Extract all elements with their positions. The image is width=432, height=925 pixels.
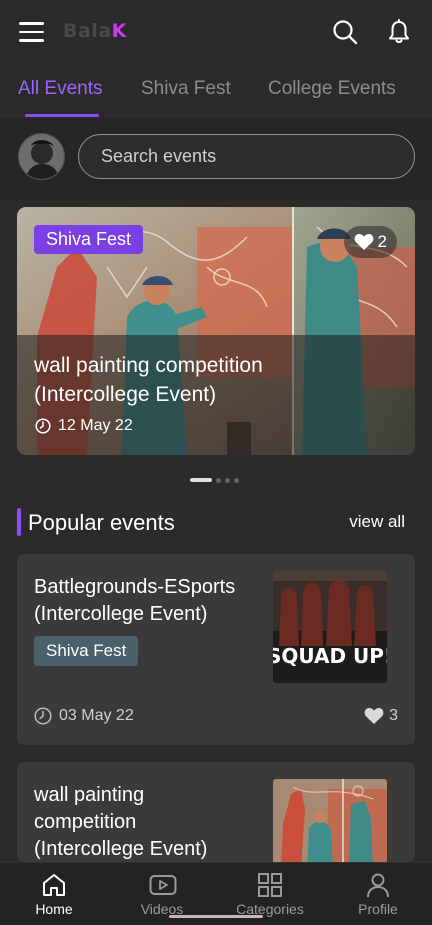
system-home-indicator[interactable] bbox=[169, 915, 263, 918]
event-date: 03 May 22 bbox=[34, 707, 134, 725]
event-date-text: 03 May 22 bbox=[59, 707, 134, 724]
carousel-dot-4[interactable] bbox=[234, 477, 239, 483]
carousel-dot-1[interactable] bbox=[190, 478, 212, 482]
tab-shiva-fest[interactable]: Shiva Fest bbox=[141, 78, 231, 100]
heart-icon bbox=[354, 233, 373, 250]
section-title: Popular events bbox=[28, 510, 175, 535]
heart-icon bbox=[364, 707, 384, 724]
search-row: Search events bbox=[0, 118, 432, 200]
carousel-dot-3[interactable] bbox=[225, 477, 230, 483]
featured-event-card[interactable]: Shiva Fest 2 wall painting competition (… bbox=[17, 207, 415, 455]
like-count: 3 bbox=[389, 707, 398, 724]
event-category-badge: Shiva Fest bbox=[34, 636, 139, 666]
featured-event-title: wall painting competition (Intercollege … bbox=[34, 354, 263, 406]
featured-date-text: 12 May 22 bbox=[58, 417, 133, 434]
nav-home-label: Home bbox=[35, 901, 73, 917]
thumbnail-text: SQUAD UP! bbox=[273, 644, 387, 668]
nav-profile-label: Profile bbox=[358, 901, 398, 917]
section-accent-bar bbox=[17, 508, 21, 536]
clock-icon bbox=[35, 418, 51, 434]
carousel-dot-2[interactable] bbox=[216, 477, 221, 483]
like-button[interactable]: 2 bbox=[343, 226, 397, 258]
event-card[interactable]: Battlegrounds-ESports (Intercollege Even… bbox=[17, 554, 415, 745]
like-count: 2 bbox=[377, 232, 387, 251]
event-title: wall painting competition (Intercollege … bbox=[34, 784, 208, 860]
active-tab-indicator bbox=[25, 114, 99, 117]
event-thumbnail: SQUAD UP! bbox=[273, 571, 387, 683]
event-card[interactable]: wall painting competition (Intercollege … bbox=[17, 762, 415, 862]
event-category-badge: Shiva Fest bbox=[34, 225, 144, 254]
hamburger-menu-icon[interactable] bbox=[19, 22, 44, 42]
carousel-indicator bbox=[190, 477, 239, 483]
home-icon bbox=[43, 874, 65, 896]
search-icon[interactable] bbox=[332, 19, 358, 45]
avatar[interactable] bbox=[18, 133, 65, 180]
tab-college-events[interactable]: College Events bbox=[268, 78, 396, 100]
bell-icon[interactable] bbox=[386, 19, 412, 45]
tab-all-events[interactable]: All Events bbox=[18, 78, 102, 100]
clock-icon bbox=[34, 707, 52, 725]
event-tabs: All Events Shiva Fest College Events bbox=[0, 70, 432, 118]
video-icon bbox=[149, 875, 177, 895]
popular-events-header: Popular events view all bbox=[17, 508, 415, 538]
app-bar: BalaK bbox=[0, 0, 432, 64]
event-title: Battlegrounds-ESports (Intercollege Even… bbox=[34, 576, 236, 625]
app-logo: BalaK bbox=[63, 20, 127, 42]
view-all-link[interactable]: view all bbox=[349, 512, 405, 532]
nav-home[interactable]: Home bbox=[0, 863, 108, 925]
event-likes[interactable]: 3 bbox=[364, 707, 398, 725]
user-icon bbox=[367, 873, 389, 898]
featured-event-date: 12 May 22 bbox=[35, 417, 133, 435]
nav-profile[interactable]: Profile bbox=[324, 863, 432, 925]
search-input[interactable]: Search events bbox=[78, 134, 415, 179]
event-thumbnail bbox=[273, 779, 387, 862]
grid-icon bbox=[258, 873, 282, 897]
